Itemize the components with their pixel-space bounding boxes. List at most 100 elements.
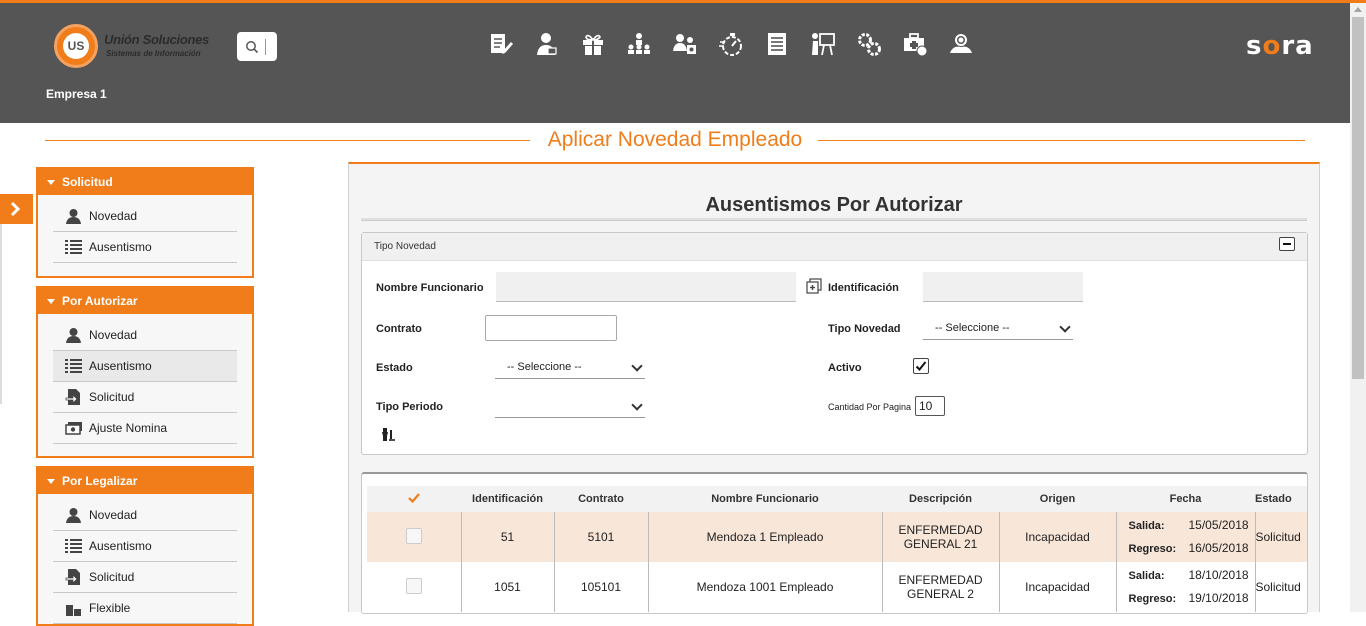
cantidad-por-pagina-label: Cantidad Por Pagina (828, 402, 912, 412)
select-all-header[interactable] (367, 486, 461, 512)
company-name[interactable]: Empresa 1 (46, 87, 107, 101)
cell-contrato: 105101 (553, 562, 648, 612)
caret-down-icon (47, 479, 55, 484)
estado-label: Estado (376, 362, 413, 374)
row-checkbox[interactable] (405, 527, 422, 544)
gears-icon[interactable] (856, 31, 902, 61)
row-select-cell (367, 512, 461, 562)
column-header-origen[interactable]: Origen (999, 486, 1116, 512)
sidebar-item-novedad[interactable]: Novedad (53, 320, 237, 351)
sidebar-item-ausentismo[interactable]: Ausentismo (53, 351, 237, 382)
cantidad-por-pagina-input[interactable]: 10 (915, 396, 945, 416)
sidebar-item-label: Novedad (89, 209, 138, 223)
list-icon (65, 359, 82, 373)
descripcion-line: GENERAL 2 (907, 587, 974, 601)
panel-header-solicitud[interactable]: Solicitud (38, 169, 252, 195)
doc-arrow-icon (65, 389, 80, 405)
brand-prefix: s (1246, 31, 1263, 61)
table-row[interactable]: 1051 105101 Mendoza 1001 Empleado ENFERM… (367, 562, 1307, 612)
panel-header-por-legalizar[interactable]: Por Legalizar (38, 468, 252, 494)
panel-por-autorizar: Por Autorizar Novedad Ausentismo Solicit… (36, 286, 254, 458)
people-settings-icon[interactable] (672, 31, 718, 61)
money-icon (65, 422, 82, 435)
regreso-date: 19/10/2018 (1188, 591, 1249, 605)
table-row[interactable]: 51 5101 Mendoza 1 Empleado ENFERMEDAD GEN… (367, 512, 1307, 562)
panel-title: Por Legalizar (62, 474, 138, 488)
stopwatch-icon[interactable] (718, 31, 764, 61)
sidebar-item-solicitud[interactable]: Solicitud (53, 562, 237, 593)
sidebar-item-ausentismo[interactable]: Ausentismo (53, 232, 237, 263)
logo-subtitle: Sistemas de Información (106, 49, 201, 58)
identificacion-input[interactable] (923, 272, 1083, 302)
select-value: -- Seleccione -- (507, 361, 582, 373)
collapse-button[interactable] (1279, 237, 1295, 251)
gift-icon[interactable] (580, 31, 626, 61)
company-logo[interactable]: US Unión Soluciones Sistemas de Informac… (54, 24, 224, 68)
column-header-nombre-funcionario[interactable]: Nombre Funcionario (648, 486, 882, 512)
search-caret (265, 39, 266, 55)
logo-name: Unión Soluciones (104, 32, 209, 47)
tipo-periodo-select[interactable] (495, 394, 645, 418)
cell-contrato: 5101 (553, 512, 648, 562)
module-toolbar (488, 31, 994, 61)
sidebar-edge (0, 194, 2, 404)
results-table: Identificación Contrato Nombre Funcionar… (367, 486, 1307, 612)
medical-case-icon[interactable] (902, 31, 948, 61)
flex-icon (66, 605, 81, 616)
row-checkbox[interactable] (405, 577, 422, 594)
list-document-icon[interactable] (764, 31, 810, 61)
column-header-contrato[interactable]: Contrato (554, 486, 648, 512)
sidebar-toggle-button[interactable] (0, 194, 33, 224)
results-table-container: Identificación Contrato Nombre Funcionar… (361, 472, 1308, 614)
main-content: Ausentismos Por Autorizar Tipo Novedad N… (348, 162, 1320, 614)
column-header-descripcion[interactable]: Descripción (882, 486, 999, 512)
lookup-icon[interactable] (806, 278, 822, 294)
sidebar-item-ajuste-nomina[interactable]: Ajuste Nomina (53, 413, 237, 444)
support-people-icon[interactable] (948, 31, 994, 61)
column-header-estado[interactable]: Estado (1255, 486, 1307, 512)
doc-arrow-icon (65, 569, 80, 585)
sidebar-item-solicitud[interactable]: Solicitud (53, 382, 237, 413)
sidebar-item-ausentismo[interactable]: Ausentismo (53, 531, 237, 562)
scrollbar-thumb[interactable] (1352, 17, 1364, 379)
estado-select[interactable]: -- Seleccione -- (495, 355, 645, 379)
page-title-text: Aplicar Novedad Empleado (535, 128, 815, 151)
presentation-icon[interactable] (810, 31, 856, 61)
list-icon (65, 539, 82, 553)
chevron-down-icon (631, 360, 643, 372)
column-header-identificacion[interactable]: Identificación (461, 486, 554, 512)
search-input[interactable] (237, 32, 277, 61)
sidebar-item-novedad[interactable]: Novedad (53, 201, 237, 232)
panel-header-por-autorizar[interactable]: Por Autorizar (38, 288, 252, 314)
sidebar-item-novedad[interactable]: Novedad (53, 500, 237, 531)
caret-down-icon (47, 299, 55, 304)
chevron-right-icon (10, 201, 21, 217)
activo-checkbox[interactable] (913, 358, 929, 374)
employee-icon[interactable] (534, 31, 580, 61)
chevron-down-icon (631, 399, 643, 411)
cell-descripcion: ENFERMEDAD GENERAL 21 (881, 512, 999, 562)
cell-origen: Incapacidad (998, 512, 1116, 562)
regreso-label: Regreso: (1128, 593, 1177, 605)
person-icon (66, 508, 81, 523)
tipo-novedad-select[interactable]: -- Seleccione -- (923, 316, 1073, 340)
nombre-funcionario-input[interactable] (496, 272, 796, 302)
nombre-funcionario-label: Nombre Funcionario (376, 282, 484, 294)
org-chart-icon[interactable] (626, 31, 672, 61)
scroll-up-icon[interactable] (1354, 7, 1362, 12)
sidebar-item-label: Solicitud (89, 570, 135, 584)
clear-filter-icon[interactable] (380, 426, 396, 442)
column-header-fecha[interactable]: Fecha (1116, 486, 1255, 512)
sidebar-item-label: Ausentismo (89, 240, 152, 254)
contrato-input[interactable] (485, 315, 617, 341)
salida-label: Salida: (1128, 520, 1165, 532)
tipo-novedad-label: Tipo Novedad (828, 323, 901, 335)
sidebar-item-flexible[interactable]: Flexible (53, 593, 237, 624)
cell-estado: Solicitud (1254, 562, 1307, 612)
page-scrollbar[interactable] (1350, 3, 1366, 612)
document-edit-icon[interactable] (488, 31, 534, 61)
descripcion-line: ENFERMEDAD (898, 573, 983, 587)
select-value: -- Seleccione -- (935, 322, 1010, 334)
person-icon (66, 328, 81, 343)
checkmark-icon (915, 361, 927, 371)
